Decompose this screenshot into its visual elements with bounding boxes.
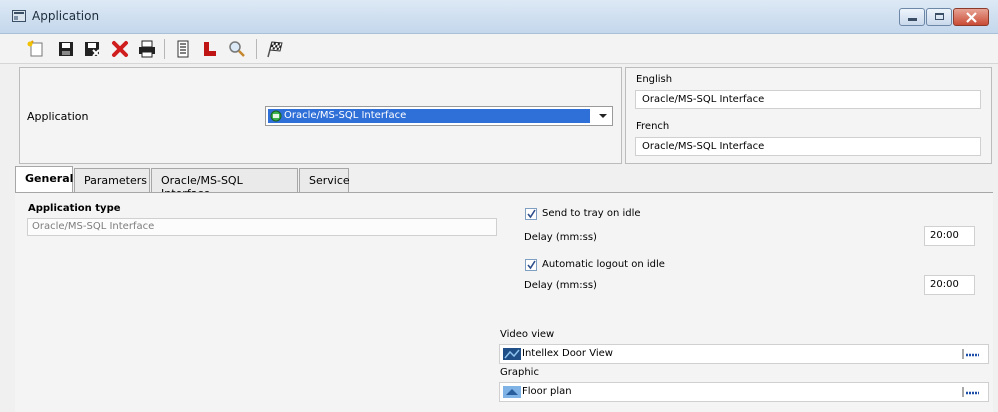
automatic-logout-checkbox[interactable] — [525, 259, 537, 271]
translation-panel: English Oracle/MS-SQL Interface French O… — [625, 67, 992, 164]
checkmark-icon — [527, 209, 536, 219]
french-name-value: Oracle/MS-SQL Interface — [642, 141, 765, 152]
graphic-label: Graphic — [500, 367, 539, 378]
checkmark-icon — [527, 260, 536, 270]
ellipsis-browse-icon[interactable] — [962, 386, 982, 398]
save-icon[interactable] — [56, 39, 76, 59]
send-to-tray-checkbox[interactable] — [525, 208, 537, 220]
english-name-field[interactable]: Oracle/MS-SQL Interface — [635, 90, 981, 109]
search-icon[interactable] — [227, 39, 247, 59]
delay-field-1[interactable]: 20:00 — [924, 226, 975, 246]
chevron-down-icon[interactable] — [599, 113, 607, 119]
graphic-value: Floor plan — [522, 386, 572, 397]
title-bar: Application — [0, 0, 998, 34]
video-view-icon — [503, 348, 521, 360]
delay-value-1: 20:00 — [930, 230, 959, 241]
tab-general-label: General — [25, 172, 74, 185]
send-to-tray-label: Send to tray on idle — [542, 208, 641, 219]
application-dropdown-value: Oracle/MS-SQL Interface — [284, 110, 407, 121]
video-view-field[interactable]: Intellex Door View — [499, 344, 989, 364]
maximize-button[interactable] — [926, 8, 952, 26]
general-tab-content: Application type Oracle/MS-SQL Interface… — [15, 192, 993, 412]
toolbar-separator — [256, 39, 257, 59]
delete-icon[interactable] — [110, 39, 130, 59]
delay-label-1: Delay (mm:ss) — [524, 232, 597, 243]
tab-service[interactable]: Service — [299, 168, 350, 192]
english-name-value: Oracle/MS-SQL Interface — [642, 94, 765, 105]
maximize-icon — [935, 13, 944, 20]
tab-parameters[interactable]: Parameters — [74, 168, 150, 192]
minimize-icon — [908, 18, 917, 21]
toolbar-separator — [164, 39, 165, 59]
application-panel: Application Oracle/MS-SQL Interface — [19, 67, 622, 164]
delay-value-2: 20:00 — [930, 279, 959, 290]
finish-flag-icon[interactable] — [265, 39, 285, 59]
save-close-icon[interactable] — [82, 39, 102, 59]
delay-label-2: Delay (mm:ss) — [524, 280, 597, 291]
new-icon[interactable] — [26, 39, 46, 59]
application-icon — [12, 10, 26, 22]
toolbar — [0, 34, 998, 64]
interface-icon — [270, 110, 282, 122]
application-type-value: Oracle/MS-SQL Interface — [32, 221, 155, 232]
french-label: French — [636, 121, 670, 132]
application-type-label: Application type — [28, 203, 121, 214]
minimize-button[interactable] — [899, 8, 925, 26]
automatic-logout-label: Automatic logout on idle — [542, 259, 665, 270]
tab-general[interactable]: General — [15, 166, 73, 193]
graphic-field[interactable]: Floor plan — [499, 382, 989, 402]
ellipsis-browse-icon[interactable] — [962, 348, 982, 360]
window-title: Application — [32, 9, 100, 23]
print-icon[interactable] — [137, 39, 157, 59]
application-dropdown-selected: Oracle/MS-SQL Interface — [268, 109, 590, 123]
tab-service-label: Service — [309, 174, 350, 187]
close-button[interactable] — [953, 8, 989, 26]
tab-parameters-label: Parameters — [84, 174, 147, 187]
french-name-field[interactable]: Oracle/MS-SQL Interface — [635, 137, 981, 156]
application-label: Application — [27, 110, 89, 123]
close-icon — [966, 12, 977, 23]
application-type-field: Oracle/MS-SQL Interface — [27, 218, 497, 236]
video-view-label: Video view — [500, 329, 555, 340]
hierarchy-icon[interactable] — [200, 39, 220, 59]
english-label: English — [636, 74, 673, 85]
floor-plan-icon — [503, 386, 521, 398]
video-view-value: Intellex Door View — [522, 348, 613, 359]
tab-oracle-mssql-interface[interactable]: Oracle/MS-SQL Interface — [151, 168, 298, 200]
application-dropdown[interactable]: Oracle/MS-SQL Interface — [265, 106, 613, 126]
delay-field-2[interactable]: 20:00 — [924, 275, 975, 295]
list-icon[interactable] — [173, 39, 193, 59]
